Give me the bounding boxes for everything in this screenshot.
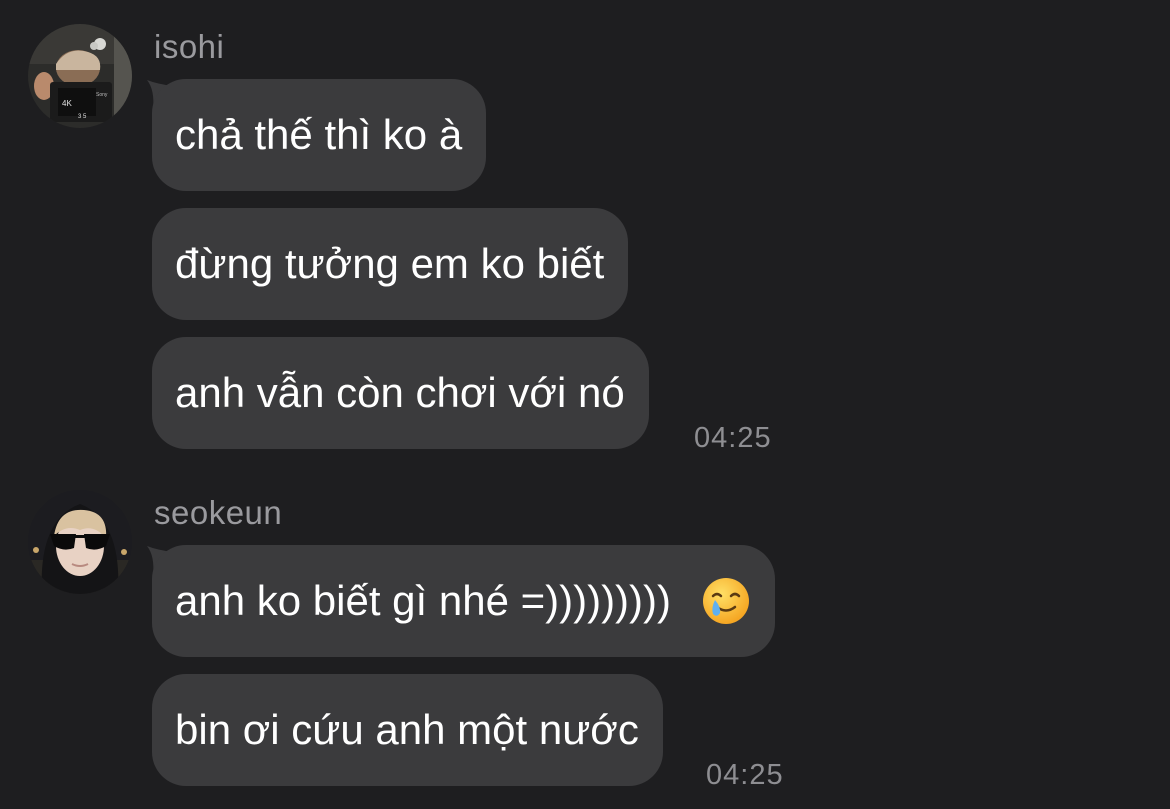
message-bubble[interactable]: đừng tưởng em ko biết: [152, 208, 629, 320]
camera-label-4k: 4K: [62, 99, 72, 108]
message-timestamp: 04:25: [694, 422, 772, 454]
avatar-seokeun-photo-icon: [28, 490, 132, 594]
camera-brand-label: Sony: [96, 92, 108, 98]
camera-label-35: 3 5: [78, 114, 87, 120]
message-text: chả thế thì ko à: [175, 111, 463, 158]
avatar-seokeun[interactable]: [28, 490, 132, 594]
smiling-face-with-tear-icon: [702, 577, 749, 624]
message-bubble[interactable]: chả thế thì ko à: [152, 79, 487, 191]
message-text: đừng tưởng em ko biết: [175, 240, 605, 287]
avatar-isohi-photo-icon: 4K 3 5 Sony: [28, 24, 132, 128]
message-bubble[interactable]: anh ko biết gì nhé =))))))))): [152, 545, 775, 657]
message-bubble[interactable]: anh vẫn còn chơi với nó: [152, 337, 649, 449]
message-bubble[interactable]: bin ơi cứu anh một nước: [152, 674, 663, 786]
message-text: anh ko biết gì nhé =))))))))): [175, 577, 672, 624]
avatar-isohi[interactable]: 4K 3 5 Sony: [28, 24, 132, 128]
message-text: anh vẫn còn chơi với nó: [175, 369, 625, 416]
sender-name-isohi: isohi: [154, 28, 225, 65]
message-text: bin ơi cứu anh một nước: [175, 706, 639, 753]
message-timestamp: 04:25: [706, 759, 784, 791]
sender-name-seokeun: seokeun: [154, 494, 283, 531]
